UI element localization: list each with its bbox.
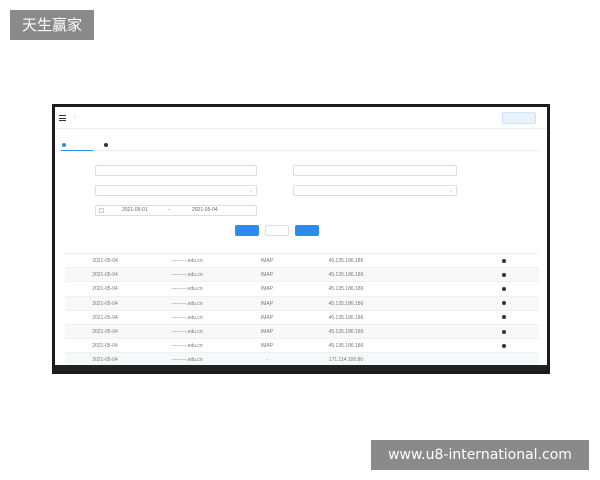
date-cell: 2021-05-04	[92, 258, 118, 264]
attr-cell	[387, 297, 467, 310]
column-header	[65, 240, 145, 253]
attr-cell	[387, 254, 467, 267]
date-cell: 2021-05-04	[92, 314, 118, 321]
table-row: 2021-05-04 ---------.edu.cn IMAP 45.135.…	[65, 254, 539, 269]
date-separator: -	[168, 207, 170, 213]
date-cell: 2021-05-04	[92, 328, 118, 335]
top-bar: /	[55, 107, 547, 129]
switch-scope-button[interactable]	[502, 112, 536, 124]
method-cell: IMAP	[260, 343, 274, 350]
date-cell: 2021-05-04	[92, 300, 118, 307]
query-button[interactable]	[235, 225, 259, 236]
ip-cell: 45.135.186.186	[328, 272, 364, 279]
action-cell[interactable]	[467, 325, 539, 338]
chevron-down-icon: ⌄	[248, 188, 253, 194]
info-icon	[501, 272, 506, 277]
table-row: 2021-05-04 ---------.edu.cn IMAP 45.135.…	[65, 339, 539, 354]
reset-button[interactable]	[265, 225, 289, 236]
action-cell[interactable]	[467, 297, 539, 310]
method-cell: IMAP	[260, 328, 274, 335]
tab-primary[interactable]	[61, 142, 93, 151]
column-header	[145, 240, 229, 253]
mail-security-app: / ⌄ ⌄ 2021-05-01 - 2021-05-04 2021-05-04…	[55, 107, 547, 371]
ip-cell: 45.135.186.186	[328, 258, 364, 264]
info-icon	[62, 142, 66, 147]
date-end[interactable]: 2021-05-04	[192, 206, 218, 215]
method-cell: IMAP	[260, 272, 274, 279]
action-cell[interactable]	[467, 282, 539, 295]
tab-secondary[interactable]	[103, 142, 133, 151]
block-select[interactable]: ⌄	[293, 185, 457, 196]
method-cell: IMAP	[260, 258, 274, 264]
action-cell[interactable]	[467, 339, 539, 352]
email-cell: ---------.edu.cn	[171, 272, 203, 279]
login-records-table: 2021-05-04 ---------.edu.cn IMAP 45.135.…	[65, 240, 539, 368]
attr-cell	[387, 268, 467, 281]
export-button[interactable]	[295, 225, 319, 236]
column-header	[305, 240, 387, 253]
breadcrumb-separator: /	[74, 115, 76, 121]
account-input[interactable]	[95, 165, 257, 176]
watermark-top-left: 天生赢家	[10, 10, 94, 40]
login-ip-input[interactable]	[293, 165, 457, 176]
ip-cell: 45.135.186.186	[328, 314, 364, 321]
table-row: 2021-05-04 ---------.edu.cn IMAP 45.135.…	[65, 311, 539, 325]
date-cell: 2021-05-04	[92, 272, 118, 279]
table-header	[65, 240, 539, 254]
email-cell: ---------.edu.cn	[171, 258, 203, 264]
calendar-icon	[99, 208, 104, 213]
date-start[interactable]: 2021-05-01	[122, 206, 148, 215]
attr-cell	[387, 339, 467, 352]
attr-cell	[387, 311, 467, 324]
email-cell: ---------.edu.cn	[171, 343, 203, 350]
method-cell: IMAP	[260, 314, 274, 321]
info-icon	[501, 343, 506, 348]
method-cell: IMAP	[260, 286, 274, 293]
screenshot-frame: / ⌄ ⌄ 2021-05-01 - 2021-05-04 2021-05-04…	[52, 104, 550, 374]
attr-cell	[387, 282, 467, 295]
column-header	[229, 240, 305, 253]
action-cell[interactable]	[467, 311, 539, 324]
attr-cell	[387, 325, 467, 338]
table-row: 2021-05-04 ---------.edu.cn IMAP 45.135.…	[65, 268, 539, 283]
email-cell: ---------.edu.cn	[171, 286, 203, 293]
column-header	[467, 240, 539, 253]
ip-cell: 45.135.186.186	[328, 300, 364, 307]
watermark-bottom-right: www.u8-international.com	[371, 440, 589, 470]
ip-attr-select[interactable]: ⌄	[95, 185, 257, 196]
date-cell: 2021-05-04	[92, 343, 118, 350]
email-cell: ---------.edu.cn	[171, 300, 203, 307]
chevron-down-icon: ⌄	[448, 188, 453, 194]
tab-bar	[61, 139, 541, 151]
info-icon	[501, 315, 506, 320]
menu-icon[interactable]	[59, 115, 66, 121]
frame-bottom-edge	[55, 365, 547, 371]
email-cell: ---------.edu.cn	[171, 328, 203, 335]
email-cell: ---------.edu.cn	[171, 314, 203, 321]
method-cell: IMAP	[260, 300, 274, 307]
info-icon	[501, 287, 506, 292]
date-range-picker[interactable]: 2021-05-01 - 2021-05-04	[95, 205, 257, 216]
ip-cell: 45.135.186.186	[328, 343, 364, 350]
info-icon	[501, 301, 506, 306]
breadcrumb: /	[71, 115, 78, 121]
info-icon	[104, 142, 108, 147]
table-row: 2021-05-04 ---------.edu.cn IMAP 45.135.…	[65, 282, 539, 297]
action-cell[interactable]	[467, 268, 539, 281]
table-row: 2021-05-04 ---------.edu.cn IMAP 45.135.…	[65, 324, 539, 340]
info-icon	[501, 258, 506, 263]
table-row: 2021-05-04 ---------.edu.cn IMAP 45.135.…	[65, 296, 539, 311]
ip-cell: 45.135.186.186	[328, 328, 364, 335]
info-icon	[501, 329, 506, 334]
date-cell: 2021-05-04	[92, 286, 118, 293]
action-cell[interactable]	[467, 254, 539, 267]
column-header	[387, 240, 467, 253]
ip-cell: 45.135.186.186	[328, 286, 364, 293]
